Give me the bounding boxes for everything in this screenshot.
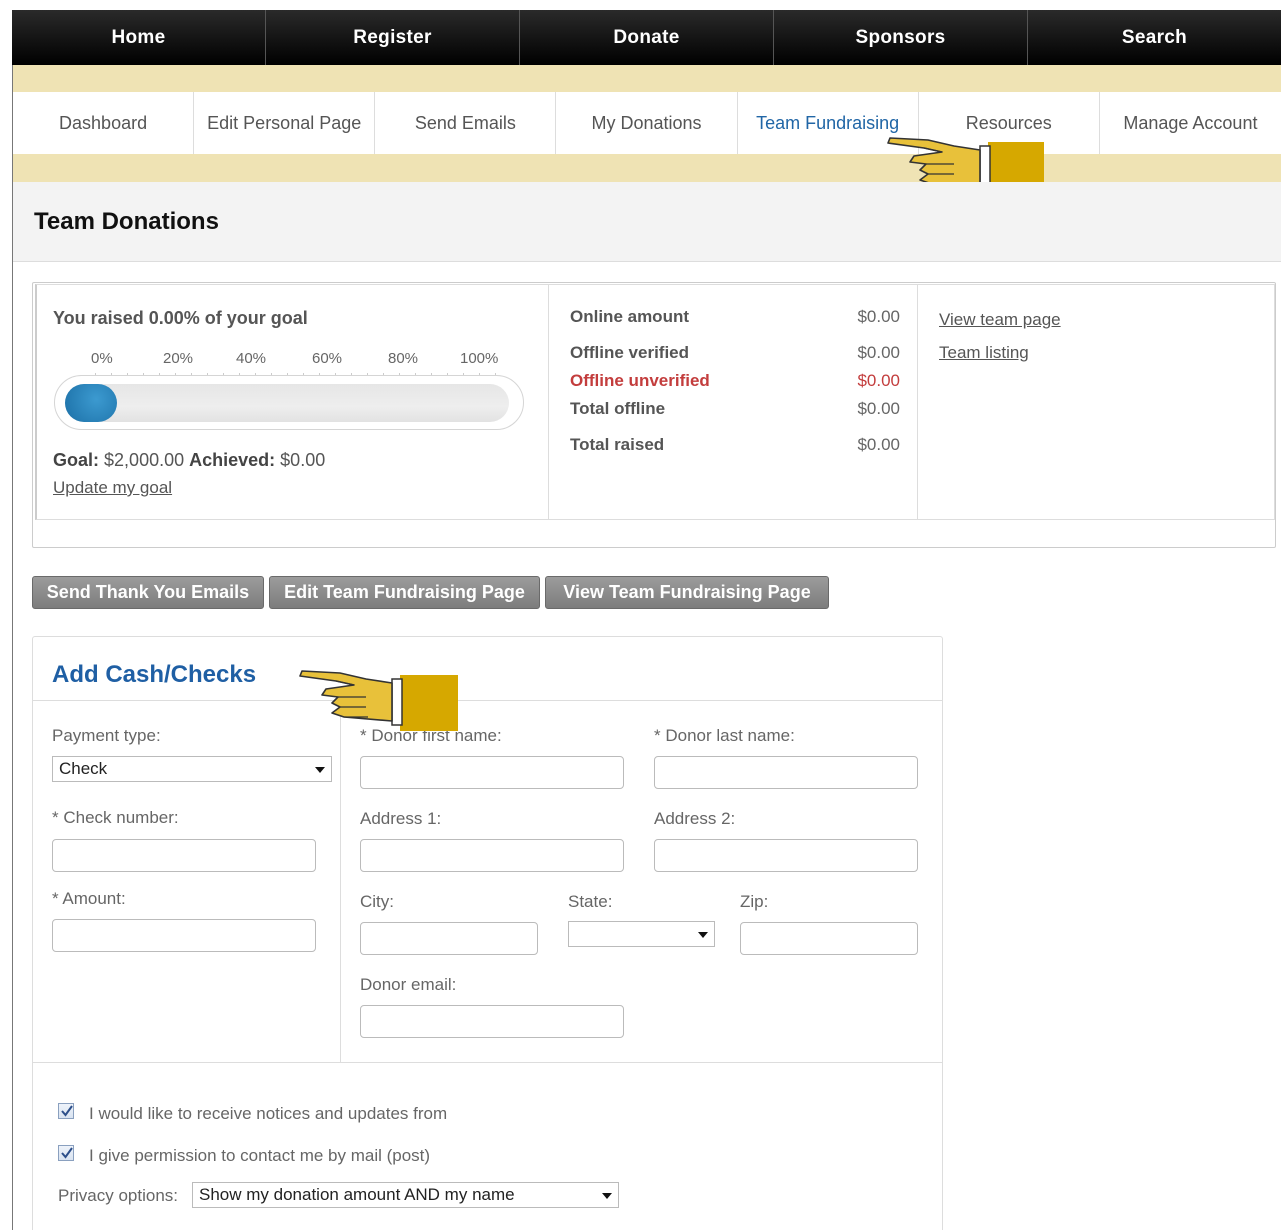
amount-value: $0.00 bbox=[857, 307, 900, 326]
mail-permission-label: I give permission to contact me by mail … bbox=[89, 1146, 431, 1165]
payment-type-label: Payment type: bbox=[52, 726, 161, 745]
page-title: Team Donations bbox=[34, 208, 219, 235]
chevron-down-icon bbox=[315, 767, 325, 773]
percent-label: 100% bbox=[460, 350, 499, 367]
zip-label: Zip: bbox=[740, 892, 769, 911]
checkmark-icon bbox=[61, 1105, 73, 1117]
privacy-options-select[interactable]: Show my donation amount AND my name bbox=[192, 1182, 619, 1208]
pointing-hand-icon bbox=[299, 670, 458, 731]
check-number-input[interactable] bbox=[52, 839, 316, 872]
amount-value: $0.00 bbox=[857, 371, 900, 390]
amount-label: Offline unverified bbox=[570, 371, 710, 390]
sub-nav: Dashboard Edit Personal Page Send Emails… bbox=[13, 92, 1281, 154]
payment-type-select[interactable]: Check bbox=[52, 756, 332, 782]
amount-label: Offline verified bbox=[570, 343, 690, 362]
top-nav-sponsors[interactable]: Sponsors bbox=[774, 10, 1028, 65]
raised-text: You raised 0.00% of your goal bbox=[53, 308, 308, 328]
team-listing-link[interactable]: Team listing bbox=[939, 343, 1029, 363]
mail-permission-checkbox[interactable] bbox=[58, 1145, 74, 1161]
tab-edit-personal-page[interactable]: Edit Personal Page bbox=[194, 92, 376, 154]
goal-value: $2,000.00 bbox=[104, 450, 185, 470]
goal-line: Goal: $2,000.00 Achieved: $0.00 bbox=[53, 450, 325, 471]
donor-last-name-input[interactable] bbox=[654, 756, 918, 789]
progress-track bbox=[65, 384, 509, 422]
zip-input[interactable] bbox=[740, 922, 918, 955]
percent-label: 20% bbox=[163, 350, 194, 367]
progress-fill bbox=[65, 384, 117, 422]
amount-label: Total offline bbox=[570, 399, 666, 418]
top-nav-register[interactable]: Register bbox=[266, 10, 520, 65]
top-nav-search[interactable]: Search bbox=[1028, 10, 1281, 65]
amount-value: $0.00 bbox=[857, 343, 900, 362]
title-bar: Team Donations bbox=[13, 182, 1281, 262]
top-nav-home[interactable]: Home bbox=[12, 10, 266, 65]
view-team-page-link[interactable]: View team page bbox=[939, 310, 1061, 330]
city-label: City: bbox=[360, 892, 394, 911]
form-section-divider bbox=[33, 1062, 942, 1063]
amount-label: Total raised bbox=[570, 435, 665, 454]
tab-dashboard[interactable]: Dashboard bbox=[13, 92, 195, 154]
achieved-label: Achieved: bbox=[189, 450, 276, 470]
city-input[interactable] bbox=[360, 922, 538, 955]
goal-label: Goal: bbox=[53, 450, 100, 470]
view-team-fundraising-page-button[interactable]: View Team Fundraising Page bbox=[545, 576, 829, 609]
state-label: State: bbox=[568, 892, 613, 911]
amount-label: Online amount bbox=[570, 307, 689, 326]
progress-bar bbox=[54, 375, 524, 430]
update-goal-link[interactable]: Update my goal bbox=[53, 478, 172, 498]
panel-header: Add Cash/Checks bbox=[33, 637, 942, 701]
nav-band bbox=[13, 65, 1281, 92]
amount-row-total-raised: Total raised $0.00 bbox=[570, 435, 900, 455]
amount-value: $0.00 bbox=[857, 435, 900, 454]
amount-row-online: Online amount $0.00 bbox=[570, 307, 900, 327]
address1-label: Address 1: bbox=[360, 809, 442, 828]
notices-checkbox[interactable] bbox=[58, 1103, 74, 1119]
address2-label: Address 2: bbox=[654, 809, 736, 828]
state-select[interactable] bbox=[568, 921, 715, 947]
top-nav: Home Register Donate Sponsors Search bbox=[12, 10, 1281, 65]
achieved-value: $0.00 bbox=[280, 450, 326, 470]
column-divider bbox=[917, 284, 918, 520]
send-thank-you-emails-button[interactable]: Send Thank You Emails bbox=[32, 576, 264, 609]
amount-row-offline-verified: Offline verified $0.00 bbox=[570, 343, 900, 363]
donor-email-input[interactable] bbox=[360, 1005, 624, 1038]
percent-label: 0% bbox=[91, 350, 113, 367]
privacy-options-label: Privacy options: bbox=[58, 1186, 178, 1205]
edit-team-fundraising-page-button[interactable]: Edit Team Fundraising Page bbox=[269, 576, 540, 609]
sub-nav-band bbox=[13, 154, 1281, 182]
notices-label: I would like to receive notices and upda… bbox=[89, 1104, 448, 1123]
tab-manage-account[interactable]: Manage Account bbox=[1100, 92, 1281, 154]
amount-row-total-offline: Total offline $0.00 bbox=[570, 399, 900, 419]
amount-label: * Amount: bbox=[52, 889, 126, 908]
chevron-down-icon bbox=[602, 1193, 612, 1199]
donor-first-name-input[interactable] bbox=[360, 756, 624, 789]
form-column-divider bbox=[340, 701, 341, 1063]
amount-input[interactable] bbox=[52, 919, 316, 952]
percent-label: 60% bbox=[312, 350, 343, 367]
panel-title: Add Cash/Checks bbox=[52, 661, 257, 688]
donor-email-label: Donor email: bbox=[360, 975, 457, 994]
address2-input[interactable] bbox=[654, 839, 918, 872]
privacy-options-value: Show my donation amount AND my name bbox=[199, 1185, 515, 1204]
top-nav-donate[interactable]: Donate bbox=[520, 10, 774, 65]
check-number-label: * Check number: bbox=[52, 808, 179, 827]
tab-my-donations[interactable]: My Donations bbox=[556, 92, 738, 154]
amount-row-offline-unverified: Offline unverified $0.00 bbox=[570, 371, 900, 391]
percent-label: 40% bbox=[236, 350, 267, 367]
payment-type-value: Check bbox=[59, 759, 108, 778]
tab-send-emails[interactable]: Send Emails bbox=[375, 92, 557, 154]
checkmark-icon bbox=[61, 1147, 73, 1159]
amount-value: $0.00 bbox=[857, 399, 900, 418]
chevron-down-icon bbox=[698, 932, 708, 938]
percent-label: 80% bbox=[388, 350, 419, 367]
donor-last-name-label: * Donor last name: bbox=[654, 726, 795, 745]
address1-input[interactable] bbox=[360, 839, 624, 872]
column-divider bbox=[548, 284, 549, 520]
